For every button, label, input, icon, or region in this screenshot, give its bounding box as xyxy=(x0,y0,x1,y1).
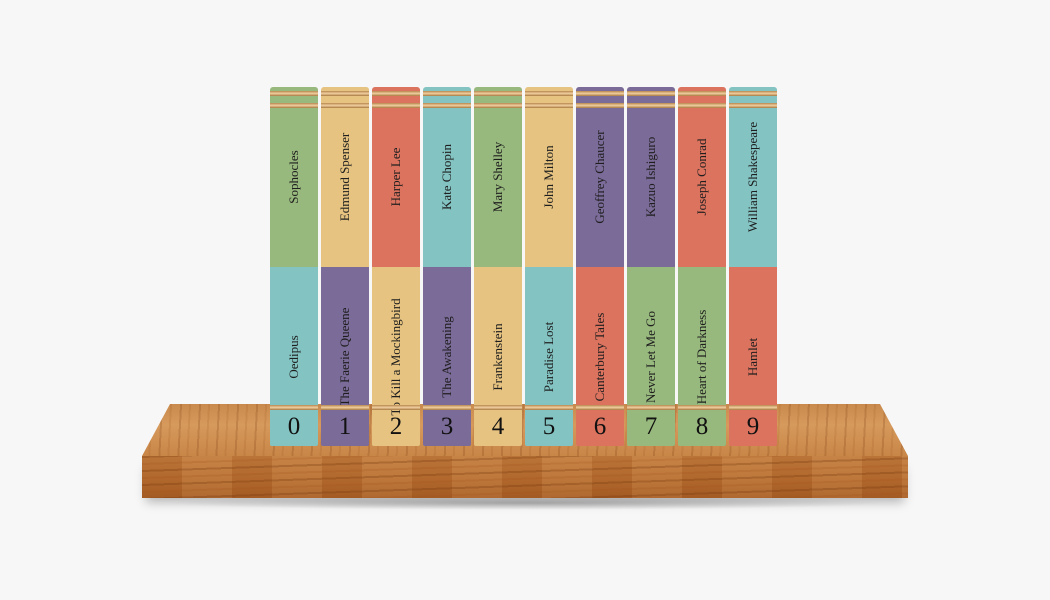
book-top-panel: Mary Shelley xyxy=(474,87,522,267)
gold-band xyxy=(474,103,522,108)
book-author: Edmund Spenser xyxy=(337,132,352,222)
book-number: 0 xyxy=(287,413,301,440)
book-title: Hamlet xyxy=(745,337,760,376)
gold-band xyxy=(270,405,318,410)
book-top-panel: Joseph Conrad xyxy=(678,87,726,267)
gold-band xyxy=(270,103,318,108)
book-title: Oedipus xyxy=(286,334,301,379)
gold-band xyxy=(423,405,471,410)
gold-band xyxy=(474,91,522,96)
gold-band xyxy=(678,91,726,96)
book-2[interactable]: Harper Lee To Kill a Mockingbird 2 xyxy=(372,87,420,446)
gold-band xyxy=(576,103,624,108)
book-7[interactable]: Kazuo Ishiguro Never Let Me Go 7 xyxy=(627,87,675,446)
book-author: Kazuo Ishiguro xyxy=(643,136,658,218)
book-number: 4 xyxy=(491,413,505,440)
book-6[interactable]: Geoffrey Chaucer Canterbury Tales 6 xyxy=(576,87,624,446)
book-title: The Awakening xyxy=(439,315,454,398)
book-author: William Shakespeare xyxy=(745,121,760,233)
book-number: 8 xyxy=(695,413,709,440)
book-5[interactable]: John Milton Paradise Lost 5 xyxy=(525,87,573,446)
book-4[interactable]: Mary Shelley Frankenstein 4 xyxy=(474,87,522,446)
gold-band xyxy=(525,91,573,96)
book-0[interactable]: Sophocles Oedipus 0 xyxy=(270,87,318,446)
gold-band xyxy=(627,405,675,410)
book-author: Geoffrey Chaucer xyxy=(592,130,607,224)
gold-band xyxy=(372,405,420,410)
book-top-panel: Edmund Spenser xyxy=(321,87,369,267)
gold-band xyxy=(576,91,624,96)
gold-band xyxy=(372,103,420,108)
gold-band xyxy=(423,103,471,108)
gold-band xyxy=(321,103,369,108)
book-top-panel: Kate Chopin xyxy=(423,87,471,267)
book-3[interactable]: Kate Chopin The Awakening 3 xyxy=(423,87,471,446)
book-author: John Milton xyxy=(541,145,556,209)
book-author: Sophocles xyxy=(286,150,301,204)
book-1[interactable]: Edmund Spenser The Faerie Queene 1 xyxy=(321,87,369,446)
book-8[interactable]: Joseph Conrad Heart of Darkness 8 xyxy=(678,87,726,446)
bookshelf-scene: Sophocles Oedipus 0 Edmund Spenser The F… xyxy=(0,0,1050,600)
gold-band xyxy=(423,91,471,96)
book-top-panel: John Milton xyxy=(525,87,573,267)
gold-band xyxy=(576,405,624,410)
book-title: The Faerie Queene xyxy=(337,307,352,406)
gold-band xyxy=(525,405,573,410)
gold-band xyxy=(729,91,777,96)
book-title: Never Let Me Go xyxy=(643,310,658,403)
gold-band xyxy=(321,405,369,410)
gold-band xyxy=(372,91,420,96)
book-top-panel: Kazuo Ishiguro xyxy=(627,87,675,267)
book-author: Joseph Conrad xyxy=(694,138,709,216)
book-top-panel: Geoffrey Chaucer xyxy=(576,87,624,267)
book-author: Kate Chopin xyxy=(439,143,454,211)
gold-band xyxy=(474,405,522,410)
book-title: Paradise Lost xyxy=(541,321,556,392)
book-9[interactable]: William Shakespeare Hamlet 9 xyxy=(729,87,777,446)
book-number: 9 xyxy=(746,413,760,440)
book-title: Heart of Darkness xyxy=(694,309,709,404)
book-top-panel: Sophocles xyxy=(270,87,318,267)
book-title: Frankenstein xyxy=(490,322,505,391)
gold-band xyxy=(627,91,675,96)
book-number: 7 xyxy=(644,413,658,440)
gold-band xyxy=(627,103,675,108)
book-top-panel: Harper Lee xyxy=(372,87,420,267)
shelf-shadow xyxy=(160,496,890,510)
gold-band xyxy=(525,103,573,108)
gold-band xyxy=(321,91,369,96)
book-number: 5 xyxy=(542,413,556,440)
book-number: 1 xyxy=(338,413,352,440)
gold-band xyxy=(678,405,726,410)
book-number: 6 xyxy=(593,413,607,440)
gold-band xyxy=(270,91,318,96)
book-number: 2 xyxy=(389,413,403,440)
gold-band xyxy=(729,405,777,410)
book-author: Mary Shelley xyxy=(490,141,505,213)
gold-band xyxy=(729,103,777,108)
book-title: To Kill a Mockingbird xyxy=(388,297,403,416)
book-title: Canterbury Tales xyxy=(592,312,607,401)
gold-band xyxy=(678,103,726,108)
book-number: 3 xyxy=(440,413,454,440)
shelf-front-edge xyxy=(142,456,908,498)
book-top-panel: William Shakespeare xyxy=(729,87,777,267)
book-author: Harper Lee xyxy=(388,147,403,207)
